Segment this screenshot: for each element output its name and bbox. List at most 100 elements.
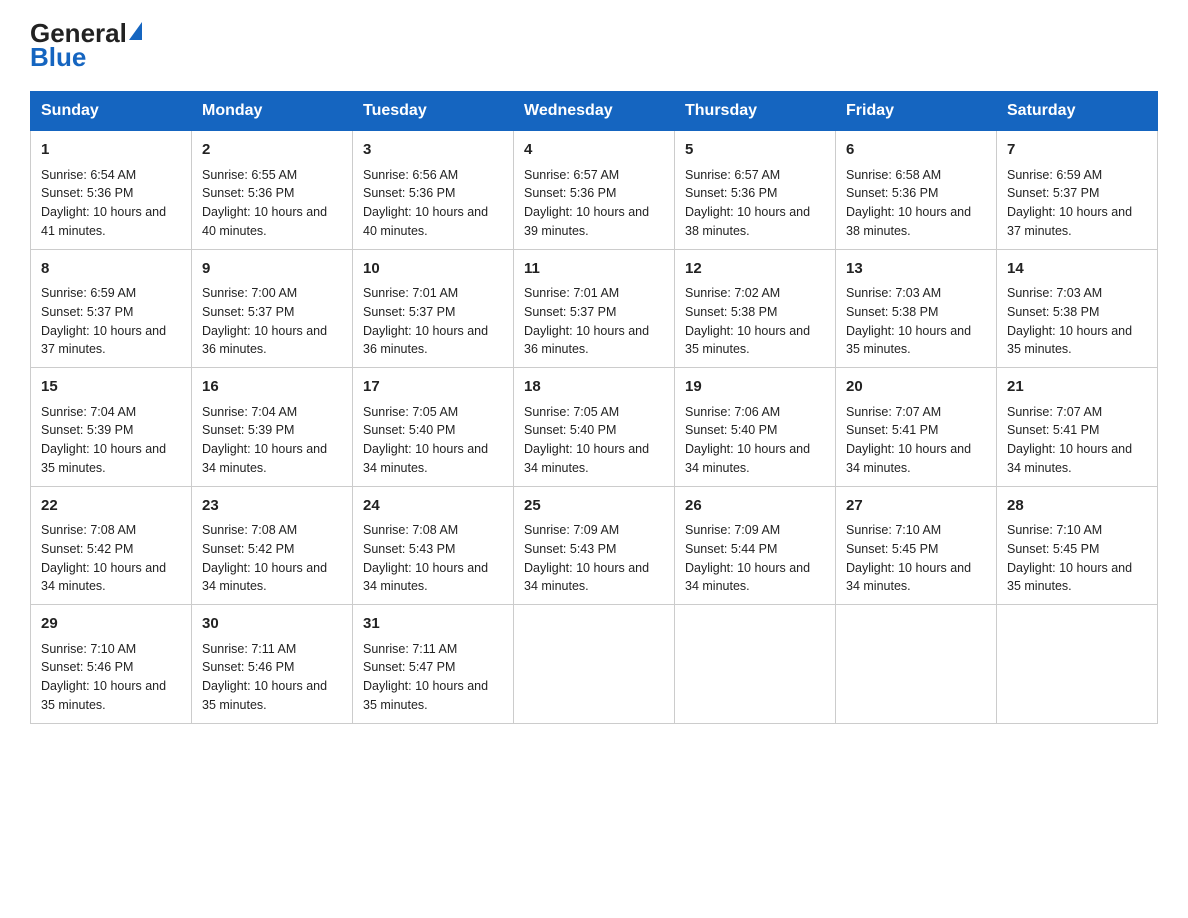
logo-triangle-icon [129,22,142,40]
table-row: 31 Sunrise: 7:11 AMSunset: 5:47 PMDayligh… [353,605,514,724]
page-header: General Blue [30,20,1158,73]
col-thursday: Thursday [675,92,836,131]
day-info: Sunrise: 6:57 AMSunset: 5:36 PMDaylight:… [524,166,664,241]
table-row: 30Sunrise: 7:11 AMSunset: 5:46 PMDayligh… [192,605,353,724]
table-row: 12 Sunrise: 7:02 AMSunset: 5:38 PMDayligh… [675,249,836,368]
calendar-week-row: 29 Sunrise: 7:10 AMSunset: 5:46 PMDayligh… [31,605,1158,724]
calendar-week-row: 8 Sunrise: 6:59 AMSunset: 5:37 PMDaylight… [31,249,1158,368]
day-info: Sunrise: 7:11 AMSunset: 5:47 PMDaylight:… [363,640,503,715]
day-info: Sunrise: 7:02 AMSunset: 5:38 PMDaylight:… [685,284,825,359]
day-number: 9 [202,258,342,281]
table-row: 19Sunrise: 7:06 AMSunset: 5:40 PMDayligh… [675,368,836,487]
table-row [997,605,1158,724]
day-number: 18 [524,376,664,399]
day-info: Sunrise: 7:01 AMSunset: 5:37 PMDaylight:… [363,284,503,359]
table-row: 7 Sunrise: 6:59 AMSunset: 5:37 PMDaylight… [997,131,1158,250]
table-row: 28 Sunrise: 7:10 AMSunset: 5:45 PMDayligh… [997,486,1158,605]
day-number: 23 [202,495,342,518]
table-row: 1 Sunrise: 6:54 AMSunset: 5:36 PMDaylight… [31,131,192,250]
table-row: 4 Sunrise: 6:57 AMSunset: 5:36 PMDaylight… [514,131,675,250]
table-row: 8 Sunrise: 6:59 AMSunset: 5:37 PMDaylight… [31,249,192,368]
day-number: 22 [41,495,181,518]
day-info: Sunrise: 7:08 AMSunset: 5:42 PMDaylight:… [202,521,342,596]
day-number: 5 [685,139,825,162]
table-row: 20Sunrise: 7:07 AMSunset: 5:41 PMDayligh… [836,368,997,487]
table-row [514,605,675,724]
day-info: Sunrise: 7:03 AMSunset: 5:38 PMDaylight:… [1007,284,1147,359]
day-number: 8 [41,258,181,281]
table-row: 3Sunrise: 6:56 AMSunset: 5:36 PMDaylight… [353,131,514,250]
day-number: 1 [41,139,181,162]
day-info: Sunrise: 7:10 AMSunset: 5:45 PMDaylight:… [1007,521,1147,596]
table-row: 13 Sunrise: 7:03 AMSunset: 5:38 PMDayligh… [836,249,997,368]
day-number: 24 [363,495,503,518]
logo: General Blue [30,20,146,73]
day-number: 21 [1007,376,1147,399]
day-number: 11 [524,258,664,281]
day-number: 14 [1007,258,1147,281]
col-tuesday: Tuesday [353,92,514,131]
day-info: Sunrise: 7:06 AMSunset: 5:40 PMDaylight:… [685,403,825,478]
table-row: 11 Sunrise: 7:01 AMSunset: 5:37 PMDayligh… [514,249,675,368]
table-row: 21 Sunrise: 7:07 AMSunset: 5:41 PMDayligh… [997,368,1158,487]
col-saturday: Saturday [997,92,1158,131]
day-number: 13 [846,258,986,281]
calendar-table: Sunday Monday Tuesday Wednesday Thursday… [30,91,1158,724]
table-row: 14 Sunrise: 7:03 AMSunset: 5:38 PMDayligh… [997,249,1158,368]
day-info: Sunrise: 6:58 AMSunset: 5:36 PMDaylight:… [846,166,986,241]
table-row: 25Sunrise: 7:09 AMSunset: 5:43 PMDayligh… [514,486,675,605]
table-row: 29 Sunrise: 7:10 AMSunset: 5:46 PMDayligh… [31,605,192,724]
day-info: Sunrise: 6:59 AMSunset: 5:37 PMDaylight:… [1007,166,1147,241]
day-number: 7 [1007,139,1147,162]
day-info: Sunrise: 7:01 AMSunset: 5:37 PMDaylight:… [524,284,664,359]
table-row: 23 Sunrise: 7:08 AMSunset: 5:42 PMDayligh… [192,486,353,605]
day-info: Sunrise: 7:08 AMSunset: 5:42 PMDaylight:… [41,521,181,596]
logo-blue: Blue [30,42,86,73]
day-number: 31 [363,613,503,636]
day-number: 20 [846,376,986,399]
table-row: 5 Sunrise: 6:57 AMSunset: 5:36 PMDaylight… [675,131,836,250]
table-row: 17Sunrise: 7:05 AMSunset: 5:40 PMDayligh… [353,368,514,487]
day-info: Sunrise: 7:04 AMSunset: 5:39 PMDaylight:… [41,403,181,478]
table-row: 24 Sunrise: 7:08 AMSunset: 5:43 PMDayligh… [353,486,514,605]
day-number: 12 [685,258,825,281]
day-info: Sunrise: 7:03 AMSunset: 5:38 PMDaylight:… [846,284,986,359]
day-number: 16 [202,376,342,399]
day-number: 28 [1007,495,1147,518]
table-row: 6Sunrise: 6:58 AMSunset: 5:36 PMDaylight… [836,131,997,250]
day-info: Sunrise: 7:10 AMSunset: 5:45 PMDaylight:… [846,521,986,596]
calendar-week-row: 22 Sunrise: 7:08 AMSunset: 5:42 PMDayligh… [31,486,1158,605]
day-info: Sunrise: 7:00 AMSunset: 5:37 PMDaylight:… [202,284,342,359]
table-row: 9 Sunrise: 7:00 AMSunset: 5:37 PMDaylight… [192,249,353,368]
day-info: Sunrise: 6:59 AMSunset: 5:37 PMDaylight:… [41,284,181,359]
day-number: 3 [363,139,503,162]
table-row: 16 Sunrise: 7:04 AMSunset: 5:39 PMDayligh… [192,368,353,487]
col-wednesday: Wednesday [514,92,675,131]
day-info: Sunrise: 7:09 AMSunset: 5:43 PMDaylight:… [524,521,664,596]
calendar-week-row: 1 Sunrise: 6:54 AMSunset: 5:36 PMDaylight… [31,131,1158,250]
table-row: 22 Sunrise: 7:08 AMSunset: 5:42 PMDayligh… [31,486,192,605]
day-number: 27 [846,495,986,518]
calendar-header-row: Sunday Monday Tuesday Wednesday Thursday… [31,92,1158,131]
day-info: Sunrise: 7:04 AMSunset: 5:39 PMDaylight:… [202,403,342,478]
table-row: 27 Sunrise: 7:10 AMSunset: 5:45 PMDayligh… [836,486,997,605]
day-info: Sunrise: 7:08 AMSunset: 5:43 PMDaylight:… [363,521,503,596]
table-row [675,605,836,724]
day-number: 15 [41,376,181,399]
day-info: Sunrise: 6:57 AMSunset: 5:36 PMDaylight:… [685,166,825,241]
table-row: 15 Sunrise: 7:04 AMSunset: 5:39 PMDayligh… [31,368,192,487]
day-number: 17 [363,376,503,399]
day-info: Sunrise: 6:55 AMSunset: 5:36 PMDaylight:… [202,166,342,241]
day-info: Sunrise: 7:07 AMSunset: 5:41 PMDaylight:… [1007,403,1147,478]
table-row: 18 Sunrise: 7:05 AMSunset: 5:40 PMDayligh… [514,368,675,487]
table-row: 2 Sunrise: 6:55 AMSunset: 5:36 PMDaylight… [192,131,353,250]
day-number: 2 [202,139,342,162]
col-monday: Monday [192,92,353,131]
day-info: Sunrise: 7:10 AMSunset: 5:46 PMDaylight:… [41,640,181,715]
day-info: Sunrise: 7:05 AMSunset: 5:40 PMDaylight:… [524,403,664,478]
day-number: 29 [41,613,181,636]
day-info: Sunrise: 7:11 AMSunset: 5:46 PMDaylight:… [202,640,342,715]
day-info: Sunrise: 6:54 AMSunset: 5:36 PMDaylight:… [41,166,181,241]
calendar-week-row: 15 Sunrise: 7:04 AMSunset: 5:39 PMDayligh… [31,368,1158,487]
day-number: 4 [524,139,664,162]
